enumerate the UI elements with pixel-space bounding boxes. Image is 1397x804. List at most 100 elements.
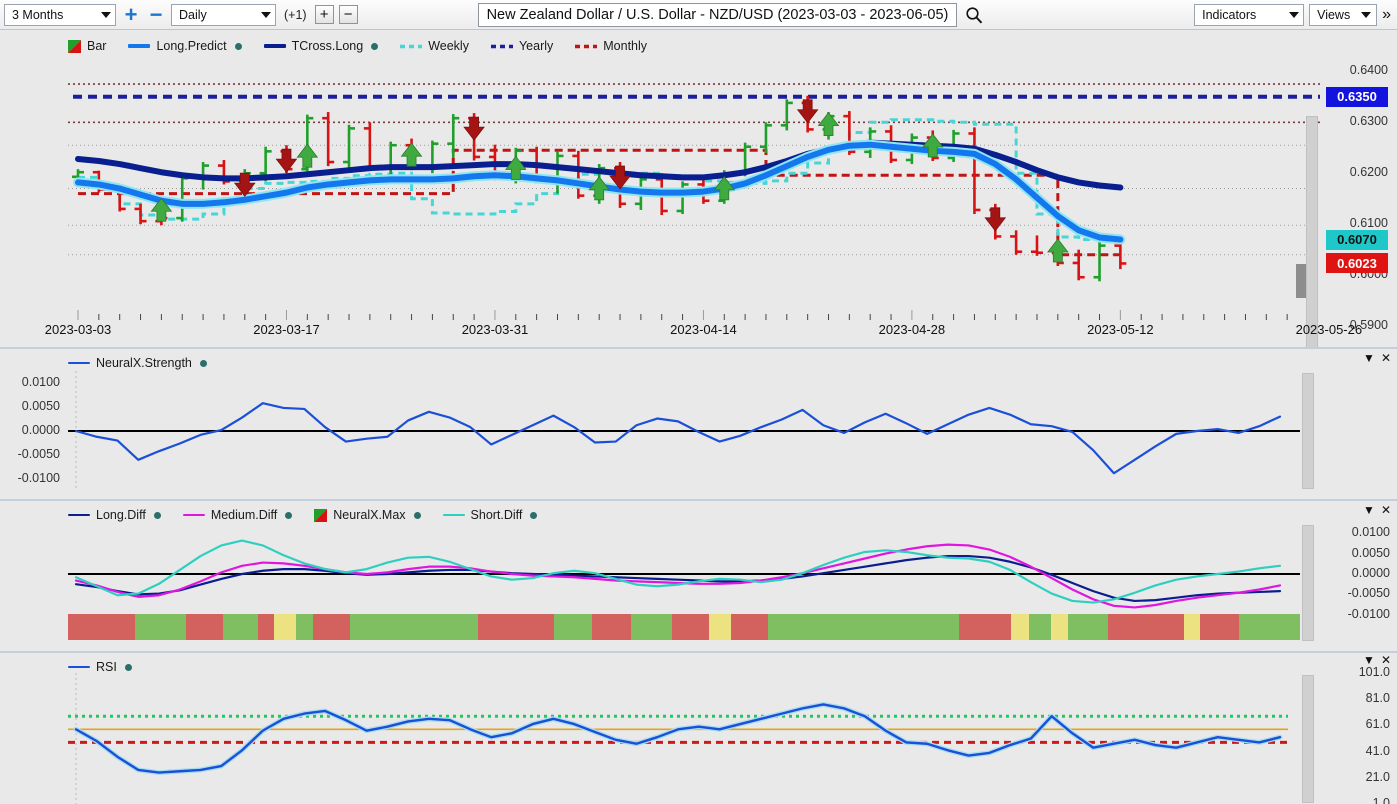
chevron-down-icon[interactable]: ▼ <box>1363 654 1375 666</box>
panel-axis-tick: 81.0 <box>1320 691 1390 705</box>
bar-icon <box>68 40 81 53</box>
legend-settings-dot-icon[interactable] <box>154 512 161 519</box>
colorbar-segment <box>1051 614 1069 640</box>
colorbar-segment <box>274 614 296 640</box>
legend-settings-dot-icon[interactable] <box>414 512 421 519</box>
legend-settings-dot-icon[interactable] <box>200 360 207 367</box>
close-icon[interactable]: ✕ <box>1381 504 1391 516</box>
legend-item-yearly[interactable]: Yearly <box>491 39 553 53</box>
legend-settings-dot-icon[interactable] <box>285 512 292 519</box>
dash-swatch-icon <box>491 44 513 48</box>
legend-label: Yearly <box>519 39 553 53</box>
colorbar-segment <box>959 614 1012 640</box>
legend-item-monthly[interactable]: Monthly <box>575 39 647 53</box>
views-select-value: Views <box>1317 8 1350 22</box>
legend-item-bar[interactable]: Bar <box>68 39 106 53</box>
legend-item-neuralx-strength[interactable]: NeuralX.Strength <box>68 356 207 370</box>
legend-label: Medium.Diff <box>211 508 277 522</box>
line-swatch-icon <box>68 362 90 364</box>
colorbar-segment <box>731 614 768 640</box>
page-title: New Zealand Dollar / U.S. Dollar - NZD/U… <box>487 7 949 23</box>
range-select-value: 3 Months <box>12 8 63 22</box>
panel-axis-tick: 0.0100 <box>0 375 60 389</box>
legend-item-long-predict[interactable]: Long.Predict <box>128 39 241 53</box>
toolbar-overflow-icon[interactable]: » <box>1382 6 1393 24</box>
last-price-tag: 0.6023 <box>1326 253 1388 273</box>
panel-axis-tick: 21.0 <box>1320 770 1390 784</box>
offset-plus-button[interactable]: + <box>315 5 334 24</box>
range-plus-button[interactable]: + <box>121 7 141 23</box>
panel-axis-tick: 0.0050 <box>1320 546 1390 560</box>
legend-item-medium-diff[interactable]: Medium.Diff <box>183 508 292 522</box>
close-icon[interactable]: ✕ <box>1381 654 1391 666</box>
chevron-down-icon[interactable]: ▼ <box>1363 504 1375 516</box>
views-select[interactable]: Views <box>1309 4 1377 26</box>
legend-label: NeuralX.Max <box>333 508 405 522</box>
legend-item-weekly[interactable]: Weekly <box>400 39 469 53</box>
search-icon[interactable] <box>962 3 986 27</box>
legend-label: Weekly <box>428 39 469 53</box>
neuralx-strength-legend: NeuralX.Strength <box>68 353 207 373</box>
legend-label: TCross.Long <box>292 39 364 53</box>
date-axis-tick: 2023-03-17 <box>236 322 336 337</box>
colorbar-segment <box>1184 614 1200 640</box>
chevron-down-icon[interactable]: ▼ <box>1363 352 1375 364</box>
legend-item-short-diff[interactable]: Short.Diff <box>443 508 538 522</box>
date-axis-tick: 2023-03-03 <box>28 322 128 337</box>
colorbar-segment <box>768 614 958 640</box>
price-plot[interactable] <box>68 56 1320 344</box>
line-swatch-icon <box>264 44 286 48</box>
panel-axis-tick: 0.0050 <box>0 399 60 413</box>
colorbar-segment <box>1239 614 1300 640</box>
colorbar-segment <box>1200 614 1239 640</box>
legend-settings-dot-icon[interactable] <box>530 512 537 519</box>
date-axis: 2023-03-032023-03-172023-03-312023-04-14… <box>0 310 1397 344</box>
interval-select[interactable]: Daily <box>171 4 276 26</box>
panel-axis-tick: 0.0000 <box>1320 566 1390 580</box>
close-icon[interactable]: ✕ <box>1381 352 1391 364</box>
colorbar-segment <box>135 614 186 640</box>
colorbar-segment <box>1068 614 1107 640</box>
yearly-price-tag: 0.6350 <box>1326 87 1388 107</box>
legend-item-rsi[interactable]: RSI <box>68 660 132 674</box>
legend-item-neuralx-max[interactable]: NeuralX.Max <box>314 508 420 522</box>
panel-axis-tick: -0.0100 <box>1320 607 1390 621</box>
legend-label: RSI <box>96 660 117 674</box>
chevron-down-icon <box>1361 12 1371 18</box>
interval-select-value: Daily <box>179 8 207 22</box>
neuralx-strength-plot[interactable] <box>68 371 1300 491</box>
offset-minus-button[interactable]: − <box>339 5 358 24</box>
colorbar-segment <box>1108 614 1185 640</box>
date-axis-tick: 2023-05-26 <box>1279 322 1379 337</box>
diff-panel: Long.Diff Medium.Diff NeuralX.Max Short.Dif… <box>0 501 1397 649</box>
legend-settings-dot-icon[interactable] <box>235 43 242 50</box>
range-minus-button[interactable]: − <box>146 7 166 23</box>
legend-settings-dot-icon[interactable] <box>371 43 378 50</box>
colorbar-segment <box>631 614 672 640</box>
dash-swatch-icon <box>400 44 422 48</box>
legend-item-tcross-long[interactable]: TCross.Long <box>264 39 379 53</box>
legend-label: Long.Predict <box>156 39 226 53</box>
legend-label: Monthly <box>603 39 647 53</box>
date-axis-tick: 2023-04-28 <box>862 322 962 337</box>
range-select[interactable]: 3 Months <box>4 4 116 26</box>
rsi-scrollbar[interactable] <box>1302 675 1314 803</box>
colorbar-segment <box>592 614 631 640</box>
neuralx-max-colorbar[interactable] <box>68 614 1300 640</box>
legend-settings-dot-icon[interactable] <box>125 664 132 671</box>
rsi-plot[interactable] <box>68 673 1300 804</box>
diff-panel-scrollbar[interactable] <box>1302 525 1314 641</box>
main-chart-legend: Bar Long.Predict TCross.Long Weekly Yearly Mo… <box>68 36 647 56</box>
indicators-select[interactable]: Indicators <box>1194 4 1304 26</box>
colorbar-segment <box>186 614 223 640</box>
symbol-title-box[interactable]: New Zealand Dollar / U.S. Dollar - NZD/U… <box>478 3 958 27</box>
line-swatch-icon <box>443 514 465 516</box>
indicators-select-value: Indicators <box>1202 8 1256 22</box>
colorbar-segment <box>296 614 314 640</box>
neuralx-strength-scrollbar[interactable] <box>1302 373 1314 489</box>
legend-item-long-diff[interactable]: Long.Diff <box>68 508 161 522</box>
diff-plot[interactable] <box>68 523 1300 625</box>
colorbar-segment <box>68 614 135 640</box>
colorbar-segment <box>554 614 591 640</box>
legend-label: Short.Diff <box>471 508 523 522</box>
